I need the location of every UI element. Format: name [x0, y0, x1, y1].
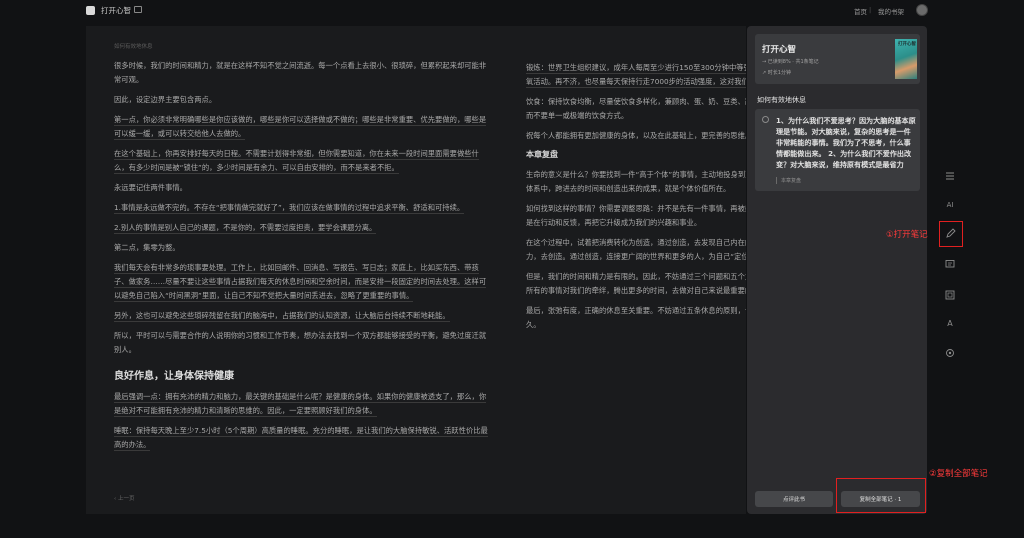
book-progress: → 已读到8% · 共1条笔记: [762, 59, 819, 65]
paragraph: 生命的意义是什么？你要找到一件“高于个体”的事情，主动地投身到更宏大的体系中，跨…: [526, 168, 746, 196]
paragraph-text: 生命的意义是什么？你要找到一件“高于个体”的事情，主动地投身到更宏大的体系中，跨…: [526, 170, 746, 193]
reader-right-column: 锻炼：世界卫生组织建议，成年人每周至少进行150至300分钟中等强度的有氧活动。…: [526, 26, 746, 338]
app-title: 打开心智: [101, 6, 131, 15]
paragraph: 2.别人的事情是别人自己的课题，不是你的，不需要过度担责，要学会课题分离。: [114, 221, 490, 235]
comment-icon[interactable]: [944, 258, 956, 270]
paragraph: 我们每天会有非常多的琐事要处理。工作上，比如回邮件、回消息、写报告、写日志；家庭…: [114, 261, 490, 303]
book-reading-time: ↗ 时长1分钟: [762, 70, 791, 76]
note-text: 1、为什么我们不爱思考？因为大脑的基本原理是节能。对大脑来说，复杂的思考是一件非…: [776, 116, 916, 169]
chapter-title: 如何有效地休息: [114, 44, 153, 50]
section-heading: 良好作息，让身体保持健康: [114, 371, 234, 382]
paragraph-text: 在这个基础上，你再安排好每天的日程。不需要计划得非常细，但你需要知道，你在未来一…: [114, 149, 479, 174]
app-logo-icon[interactable]: [86, 6, 95, 15]
settings-icon[interactable]: [944, 347, 956, 359]
paragraph: 另外，这也可以避免这些琐碎残留在我们的脑海中，占据我们的认知资源，让大脑后台持续…: [114, 309, 490, 323]
paragraph-text: 2.别人的事情是别人自己的课题，不是你的，不需要过度担责，要学会课题分离。: [114, 223, 377, 234]
paragraph: 因此，设定边界主要包含两点。: [114, 93, 490, 107]
left-paragraphs: 很多时候，我们的时间和精力，就是在这样不知不觉之间流逝。每一个点看上去很小、很琐…: [114, 59, 490, 357]
prev-page-link[interactable]: ‹ 上一页: [114, 494, 134, 502]
paragraph-text: 永远要记住两件事情。: [114, 183, 187, 192]
left-paragraphs-2: 最后强调一点：拥有充沛的精力和脑力，最关键的基础是什么呢？是健康的身体。如果你的…: [114, 390, 490, 452]
paragraph-text: 饮食：保持饮食均衡，尽量使饮食多样化，兼顾肉、蛋、奶、豆类、蔬菜等，而不要单一或…: [526, 97, 746, 120]
list-icon[interactable]: [944, 170, 956, 182]
nav-bookshelf-link[interactable]: 我的书架: [878, 6, 904, 16]
nav-separator: |: [869, 6, 872, 14]
ai-icon[interactable]: AI: [944, 199, 956, 211]
toggle-panel-icon[interactable]: [134, 6, 142, 13]
paragraph-text: 如何找到这样的事情？你需要调整思路：并不是先有一件事情，再被感召；而是在行动和反…: [526, 204, 746, 227]
paragraph: 很多时候，我们的时间和精力，就是在这样不知不觉之间流逝。每一个点看上去很小、很琐…: [114, 59, 490, 87]
paragraph: 在这个过程中，试着把消费转化为创造，通过创造，去发现自己内在的驱动力，去创造。通…: [526, 236, 746, 264]
font-icon[interactable]: A: [944, 318, 956, 330]
copy-notes-highlight: [836, 478, 926, 513]
note-chapter: 本章复盘: [776, 177, 801, 184]
paragraph: 第一点，你必须非常明确哪些是你应该做的，哪些是你可以选择做或不做的；哪些是非常重…: [114, 113, 490, 141]
reader-content: 如何有效地休息 很多时候，我们的时间和精力，就是在这样不知不觉之间流逝。每一个点…: [86, 26, 746, 514]
paragraph-text: 最后，张弛有度，正确的休息至关重要。不妨通过五条休息的原则，让自己长久。: [526, 306, 746, 329]
paragraph: 在这个基础上，你再安排好每天的日程。不需要计划得非常细，但你需要知道，你在未来一…: [114, 147, 490, 175]
paragraph-text: 锻炼：世界卫生组织建议，成年人每周至少进行150至300分钟中等强度的有氧活动。…: [526, 63, 746, 88]
note-card[interactable]: 1、为什么我们不爱思考？因为大脑的基本原理是节能。对大脑来说，复杂的思考是一件非…: [755, 109, 920, 191]
paragraph: 1.事情是永远做不完的。不存在“把事情做完就好了”，我们应该在做事情的过程中追求…: [114, 201, 490, 215]
right-paragraphs: 锻炼：世界卫生组织建议，成年人每周至少进行150至300分钟中等强度的有氧活动。…: [526, 61, 746, 143]
review-heading: 本章复盘: [526, 150, 558, 159]
paragraph-text: 第二点，集零为整。: [114, 243, 180, 252]
paragraph: 锻炼：世界卫生组织建议，成年人每周至少进行150至300分钟中等强度的有氧活动。…: [526, 61, 746, 89]
book-info-card[interactable]: 打开心智 → 已读到8% · 共1条笔记 ↗ 时长1分钟 打开心智: [755, 34, 920, 84]
paragraph: 祝每个人都能拥有更加健康的身体，以及在此基础上，更完善的思维。: [526, 129, 746, 143]
paragraph-text: 睡眠：保持每天晚上至少7.5小时（5个周期）高质量的睡眠。充分的睡眠，是让我们的…: [114, 426, 488, 451]
open-notes-label: ①打开笔记: [886, 230, 928, 240]
nav-home-link[interactable]: 首页: [854, 6, 867, 16]
paragraph: 所以，平时可以与需要合作的人说明你的习惯和工作节奏，想办法去找到一个双方都能够接…: [114, 329, 490, 357]
open-notes-highlight: [939, 221, 963, 247]
book-cover: 打开心智: [895, 39, 917, 79]
paragraph: 第二点，集零为整。: [114, 241, 490, 255]
paragraph: 最后，张弛有度，正确的休息至关重要。不妨通过五条休息的原则，让自己长久。: [526, 304, 746, 332]
paragraph-text: 我们每天会有非常多的琐事要处理。工作上，比如回邮件、回消息、写报告、写日志；家庭…: [114, 263, 487, 302]
paragraph-text: 很多时候，我们的时间和精力，就是在这样不知不觉之间流逝。每一个点看上去很小、很琐…: [114, 61, 487, 84]
paragraph-text: 第一点，你必须非常明确哪些是你应该做的，哪些是你可以选择做或不做的；哪些是非常重…: [114, 115, 487, 140]
note-section-title: 如何有效地休息: [757, 96, 806, 104]
top-bar: 打开心智 首页 | 我的书架: [0, 0, 1024, 22]
user-avatar[interactable]: [916, 4, 928, 16]
paragraph-text: 1.事情是永远做不完的。不存在“把事情做完就好了”，我们应该在做事情的过程中追求…: [114, 203, 465, 214]
paragraph-text: 祝每个人都能拥有更加健康的身体，以及在此基础上，更完善的思维。: [526, 131, 746, 140]
right-paragraphs-2: 生命的意义是什么？你要找到一件“高于个体”的事情，主动地投身到更宏大的体系中，跨…: [526, 168, 746, 332]
copy-notes-label: ②复制全部笔记: [929, 469, 988, 479]
notes-panel: 打开心智 → 已读到8% · 共1条笔记 ↗ 时长1分钟 打开心智 如何有效地休…: [747, 26, 927, 514]
paragraph: 最后强调一点：拥有充沛的精力和脑力，最关键的基础是什么呢？是健康的身体。如果你的…: [114, 390, 490, 418]
paragraph-text: 最后强调一点：拥有充沛的精力和脑力，最关键的基础是什么呢？是健康的身体。如果你的…: [114, 392, 487, 417]
book-title: 打开心智: [762, 45, 797, 55]
paragraph: 饮食：保持饮食均衡，尽量使饮食多样化，兼顾肉、蛋、奶、豆类、蔬菜等，而不要单一或…: [526, 95, 746, 123]
paragraph-text: 但是，我们的时间和精力是有限的。因此，不妨通过三个问题和五个方向，把所有的事情对…: [526, 272, 746, 295]
note-icon: [762, 116, 769, 123]
review-book-button[interactable]: 点评此书: [755, 491, 833, 507]
image-icon[interactable]: [944, 289, 956, 301]
paragraph-text: 因此，设定边界主要包含两点。: [114, 95, 217, 104]
paragraph-text: 另外，这也可以避免这些琐碎残留在我们的脑海中，占据我们的认知资源，让大脑后台持续…: [114, 311, 450, 322]
paragraph: 但是，我们的时间和精力是有限的。因此，不妨通过三个问题和五个方向，把所有的事情对…: [526, 270, 746, 298]
paragraph: 如何找到这样的事情？你需要调整思路：并不是先有一件事情，再被感召；而是在行动和反…: [526, 202, 746, 230]
paragraph: 睡眠：保持每天晚上至少7.5小时（5个周期）高质量的睡眠。充分的睡眠，是让我们的…: [114, 424, 490, 452]
paragraph-text: 在这个过程中，试着把消费转化为创造，通过创造，去发现自己内在的驱动力，去创造。通…: [526, 238, 746, 261]
paragraph-text: 所以，平时可以与需要合作的人说明你的习惯和工作节奏，想办法去找到一个双方都能够接…: [114, 331, 487, 354]
cover-title: 打开心智: [898, 42, 916, 47]
reader-left-column: 如何有效地休息 很多时候，我们的时间和精力，就是在这样不知不觉之间流逝。每一个点…: [114, 26, 490, 458]
paragraph: 永远要记住两件事情。: [114, 181, 490, 195]
